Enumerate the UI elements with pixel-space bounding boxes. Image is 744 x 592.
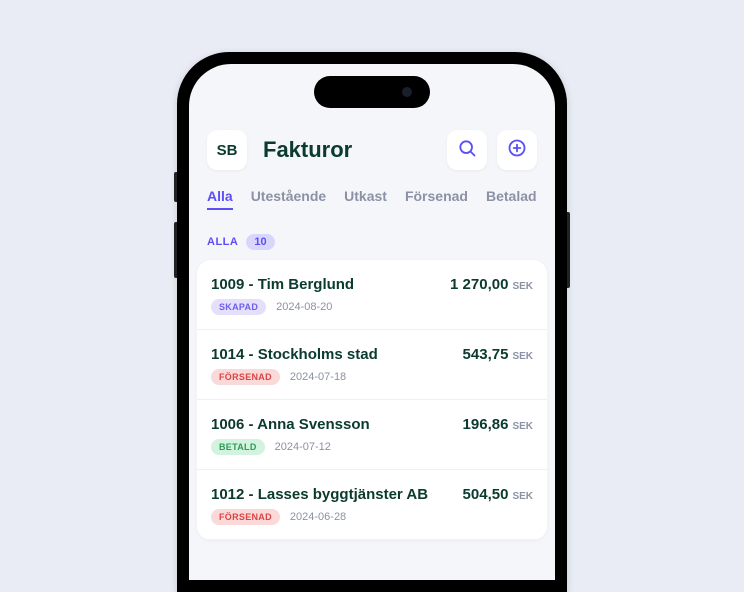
invoice-amount: 196,86 SEK [463, 416, 533, 433]
status-badge: FÖRSENAD [211, 369, 280, 385]
tab-utkast[interactable]: Utkast [344, 188, 387, 210]
app-content: SB Fakturor [189, 64, 555, 580]
invoice-title: 1006 - Anna Svensson [211, 416, 370, 433]
invoice-date: 2024-06-28 [290, 511, 346, 523]
page-title: Fakturor [257, 137, 437, 163]
invoice-title: 1012 - Lasses byggtjänster AB [211, 486, 428, 503]
amount-value: 543,75 [463, 346, 509, 363]
plus-circle-icon [507, 138, 527, 163]
amount-currency: SEK [512, 281, 533, 292]
search-icon [457, 138, 477, 163]
invoice-amount: 1 270,00 SEK [450, 276, 533, 293]
amount-value: 1 270,00 [450, 276, 508, 293]
amount-currency: SEK [512, 351, 533, 362]
tab-alla[interactable]: Alla [207, 188, 233, 210]
tab-forsenad[interactable]: Försenad [405, 188, 468, 210]
invoice-date: 2024-07-12 [275, 441, 331, 453]
amount-currency: SEK [512, 491, 533, 502]
status-badge: SKAPAD [211, 299, 266, 315]
phone-side-button [567, 212, 570, 288]
invoice-title: 1009 - Tim Berglund [211, 276, 354, 293]
search-button[interactable] [447, 130, 487, 170]
invoice-date: 2024-08-20 [276, 301, 332, 313]
add-button[interactable] [497, 130, 537, 170]
list-item[interactable]: 1014 - Stockholms stad 543,75 SEK FÖRSEN… [197, 330, 547, 400]
tab-utestaende[interactable]: Utestående [251, 188, 326, 210]
list-item[interactable]: 1012 - Lasses byggtjänster AB 504,50 SEK… [197, 470, 547, 540]
amount-value: 196,86 [463, 416, 509, 433]
list-item[interactable]: 1009 - Tim Berglund 1 270,00 SEK SKAPAD … [197, 260, 547, 330]
amount-currency: SEK [512, 421, 533, 432]
avatar[interactable]: SB [207, 130, 247, 170]
invoice-title: 1014 - Stockholms stad [211, 346, 378, 363]
amount-value: 504,50 [463, 486, 509, 503]
count-badge: 10 [246, 234, 274, 250]
tab-betalad[interactable]: Betalad [486, 188, 537, 210]
filter-tabs: Alla Utestående Utkast Försenad Betalad [189, 184, 555, 224]
invoice-list: 1009 - Tim Berglund 1 270,00 SEK SKAPAD … [197, 260, 547, 540]
invoice-amount: 504,50 SEK [463, 486, 533, 503]
section-header: ALLA 10 [189, 224, 555, 260]
section-label: ALLA [207, 236, 238, 248]
invoice-amount: 543,75 SEK [463, 346, 533, 363]
app-header: SB Fakturor [189, 122, 555, 184]
phone-frame: SB Fakturor [177, 52, 567, 592]
invoice-date: 2024-07-18 [290, 371, 346, 383]
status-badge: BETALD [211, 439, 265, 455]
list-item[interactable]: 1006 - Anna Svensson 196,86 SEK BETALD 2… [197, 400, 547, 470]
dynamic-island [314, 76, 430, 108]
phone-screen: SB Fakturor [189, 64, 555, 580]
status-badge: FÖRSENAD [211, 509, 280, 525]
